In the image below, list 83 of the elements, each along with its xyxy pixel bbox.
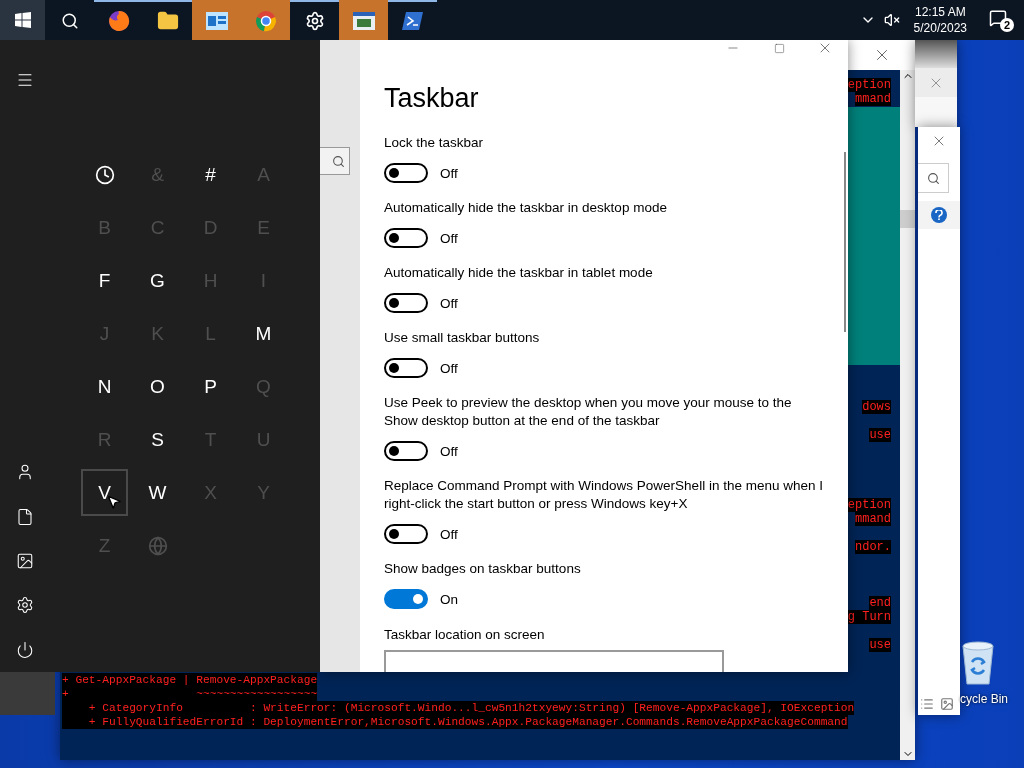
console-text: use (869, 638, 891, 652)
help-icon[interactable] (931, 207, 947, 223)
scrollbar[interactable] (900, 70, 915, 760)
letter-tile[interactable]: S (134, 416, 181, 463)
console-text: + Get-AppxPackage | Remove-AppxPackage (62, 673, 318, 687)
console-text: eption (847, 78, 891, 92)
console-text: mmand (855, 512, 891, 526)
power-icon (16, 640, 34, 659)
windows-logo-icon (14, 12, 31, 28)
terminal-icon (401, 11, 424, 31)
setting-label: Use Peek to preview the desktop when you move your mouse to the Show desktop button at the end of the taskbar (384, 394, 793, 430)
letter-tile[interactable]: F (81, 257, 128, 304)
globe-icon (147, 535, 168, 556)
search-field[interactable] (320, 147, 350, 175)
toggle-switch[interactable] (384, 293, 428, 313)
page-title: Taskbar (384, 82, 480, 115)
desktop-icon-label[interactable]: cycle Bin (960, 692, 1009, 706)
scrollbar[interactable] (844, 152, 846, 332)
setting-label: Show badges on taskbar buttons (384, 560, 582, 578)
round-browser-icon (254, 10, 277, 32)
toggle-switch[interactable] (384, 589, 428, 609)
setting-label: Automatically hide the taskbar in desktop mode (384, 199, 668, 217)
picture-view-icon[interactable] (940, 697, 954, 711)
app-window-icon (204, 11, 229, 31)
console-text: g Turn (847, 610, 891, 624)
console-text: use (869, 428, 891, 442)
toggle-switch[interactable] (384, 358, 428, 378)
folder-icon (156, 10, 179, 32)
toggle-state: Off (440, 360, 458, 376)
picture-icon (16, 552, 34, 571)
search-icon (60, 12, 79, 30)
letter-tile[interactable]: N (81, 363, 128, 410)
toggle-switch[interactable] (384, 163, 428, 183)
search-icon (926, 171, 940, 185)
search-icon (332, 154, 345, 168)
clock-icon (94, 164, 115, 185)
console-text: mmand (855, 92, 891, 106)
clock-text[interactable]: 12:15 AM 5/20/2023 (907, 4, 981, 36)
console-text: + ~~~~~~~~~~~~~~~~~~ (62, 687, 318, 701)
console-text: dows (862, 400, 891, 414)
user-icon (16, 463, 34, 482)
round-browser-icon (107, 10, 130, 32)
toggle-state: Off (440, 443, 458, 459)
console-text: ndor. (855, 540, 891, 554)
letter-tile[interactable]: G (134, 257, 181, 304)
setting-label: Use small taskbar buttons (384, 329, 541, 347)
letter-tile[interactable]: P (187, 363, 234, 410)
document-icon (16, 507, 34, 526)
search-field[interactable] (918, 163, 949, 193)
console-text: eption (847, 498, 891, 512)
notification-button[interactable]: 2 (989, 8, 1014, 32)
letter-tile[interactable]: & (134, 151, 181, 198)
list-view-icon[interactable] (920, 697, 934, 711)
toggle-state: Off (440, 230, 458, 246)
toggle-state: Off (440, 526, 458, 542)
console-text: + FullyQualifiedErrorId : DeploymentError,Microsoft.Windows.Appx.PackageManager.Commands.RemoveAppxPackageCommand (62, 715, 848, 729)
window-frame (0, 672, 55, 715)
toggle-switch[interactable] (384, 524, 428, 544)
volume-muted-icon[interactable] (883, 12, 900, 28)
notification-badge: 2 (1000, 17, 1014, 32)
setting-label: Taskbar location on screen (384, 627, 546, 642)
recycle-bin-icon[interactable] (960, 640, 996, 686)
start-button[interactable] (0, 0, 45, 40)
console-text: end (869, 596, 891, 610)
letter-tile[interactable]: M (240, 310, 287, 357)
toggle-state: Off (440, 295, 458, 311)
setting-label: Replace Command Prompt with Windows PowerShell in the menu when I right-click the start button or press Windows key+X (384, 477, 824, 513)
toggle-state: Off (440, 165, 458, 181)
toggle-switch[interactable] (384, 228, 428, 248)
app-window-icon (351, 11, 376, 31)
toggle-switch[interactable] (384, 441, 428, 461)
gear-icon (304, 11, 325, 31)
console-text: + CategoryInfo : WriteError: (Microsoft.Windo...l_cw5n1h2txyewy:String) [Remove-AppxPackage], IOException (62, 701, 855, 715)
letter-tile[interactable]: O (134, 363, 181, 410)
maximize-icon (773, 42, 785, 54)
letter-tile[interactable]: W (134, 469, 181, 516)
toggle-state: On (440, 591, 458, 607)
letter-tile[interactable]: V (81, 469, 128, 516)
scroll-thumb[interactable] (900, 210, 915, 228)
letter-tile[interactable]: # (187, 151, 234, 198)
setting-label: Lock the taskbar (384, 134, 485, 152)
setting-label: Automatically hide the taskbar in tablet mode (384, 264, 654, 282)
settings-icon (16, 596, 34, 615)
